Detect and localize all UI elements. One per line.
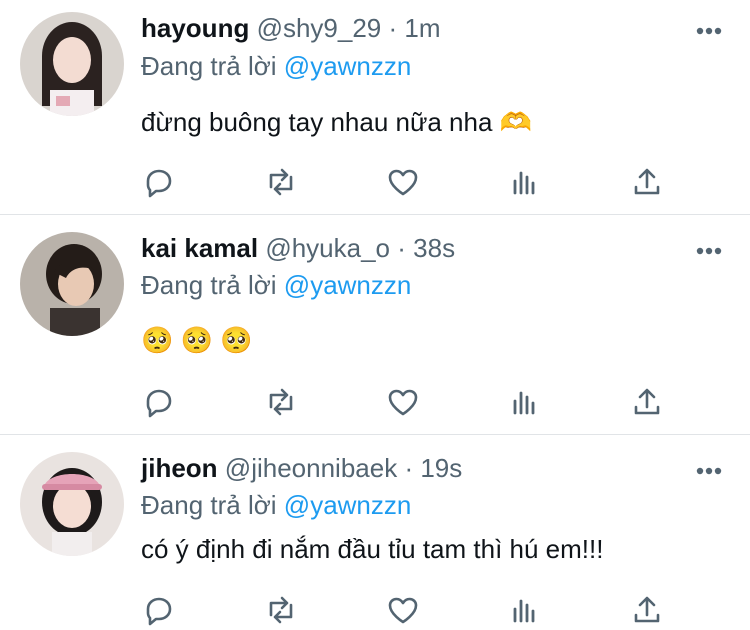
share-icon [634,168,660,195]
analytics-icon [513,171,535,195]
mention-link[interactable]: @yawnzzn [284,270,412,300]
tweet-text: 🥺 🥺 🥺 [141,324,253,356]
tweet-header: jiheon @jiheonnibaek · 19s [141,453,462,483]
tweet[interactable]: kai kamal @hyuka_o · 38s Đang trả lời @y… [0,215,750,435]
separator-dot: · [397,233,406,263]
user-handle[interactable]: @shy9_29 [257,13,382,43]
retweet-icon [269,168,293,196]
share-button[interactable] [628,591,666,629]
retweet-icon [269,596,293,624]
reply-button[interactable] [140,163,178,201]
share-button[interactable] [628,163,666,201]
analytics-icon [513,599,535,623]
reply-icon [146,169,172,198]
timestamp[interactable]: 19s [420,453,462,483]
separator-dot: · [404,453,414,483]
timestamp[interactable]: 1m [404,13,440,43]
tweet-text: có ý định đi nắm đầu tỉu tam thì hú em!!… [141,533,603,565]
more-options-icon[interactable] [696,246,722,256]
reply-button[interactable] [140,383,178,421]
analytics-button[interactable] [506,383,544,421]
tweet-text-content: có ý định đi nắm đầu tỉu tam thì hú em!!… [141,534,604,564]
tweet[interactable]: jiheon @jiheonnibaek · 19s Đang trả lời … [0,435,750,630]
replying-to-label: Đang trả lời [141,51,277,81]
more-options-icon[interactable] [696,26,722,36]
heart-hands-emoji: 🫶 [499,107,533,137]
user-handle[interactable]: @jiheonnibaek [225,453,397,483]
replying-to-label: Đang trả lời [141,270,277,300]
pleading-face-emojis: 🥺 🥺 🥺 [141,325,253,355]
more-options-icon[interactable] [696,466,722,476]
reply-icon [146,389,172,418]
display-name[interactable]: kai kamal [141,233,258,263]
reply-icon [146,597,172,626]
display-name[interactable]: jiheon [141,453,218,483]
tweet-text: đừng buông tay nhau nữa nha 🫶 [141,106,532,138]
like-icon [388,169,418,196]
avatar[interactable] [20,12,124,116]
share-button[interactable] [628,383,666,421]
avatar[interactable] [20,232,124,336]
analytics-button[interactable] [506,163,544,201]
tweet-text-content: đừng buông tay nhau nữa nha [141,107,493,137]
tweet[interactable]: hayoung @shy9_29 · 1m Đang trả lời @yawn… [0,0,750,215]
avatar[interactable] [20,452,124,556]
like-icon [388,597,418,624]
retweet-button[interactable] [262,591,300,629]
user-handle[interactable]: @hyuka_o [265,233,390,263]
display-name[interactable]: hayoung [141,13,249,43]
analytics-icon [513,391,535,415]
mention-link[interactable]: @yawnzzn [284,490,412,520]
replying-to: Đang trả lời @yawnzzn [141,270,411,300]
analytics-button[interactable] [506,591,544,629]
retweet-button[interactable] [262,163,300,201]
retweet-button[interactable] [262,383,300,421]
retweet-icon [269,388,293,416]
like-button[interactable] [384,591,422,629]
tweet-header: hayoung @shy9_29 · 1m [141,13,441,43]
reply-button[interactable] [140,591,178,629]
share-icon [634,388,660,415]
share-icon [634,596,660,623]
separator-dot: · [388,13,398,43]
like-icon [388,389,418,416]
mention-link[interactable]: @yawnzzn [284,51,412,81]
like-button[interactable] [384,383,422,421]
replying-to: Đang trả lời @yawnzzn [141,51,411,81]
like-button[interactable] [384,163,422,201]
replying-to: Đang trả lời @yawnzzn [141,490,411,520]
tweet-header: kai kamal @hyuka_o · 38s [141,233,455,263]
timestamp[interactable]: 38s [413,233,455,263]
replying-to-label: Đang trả lời [141,490,277,520]
